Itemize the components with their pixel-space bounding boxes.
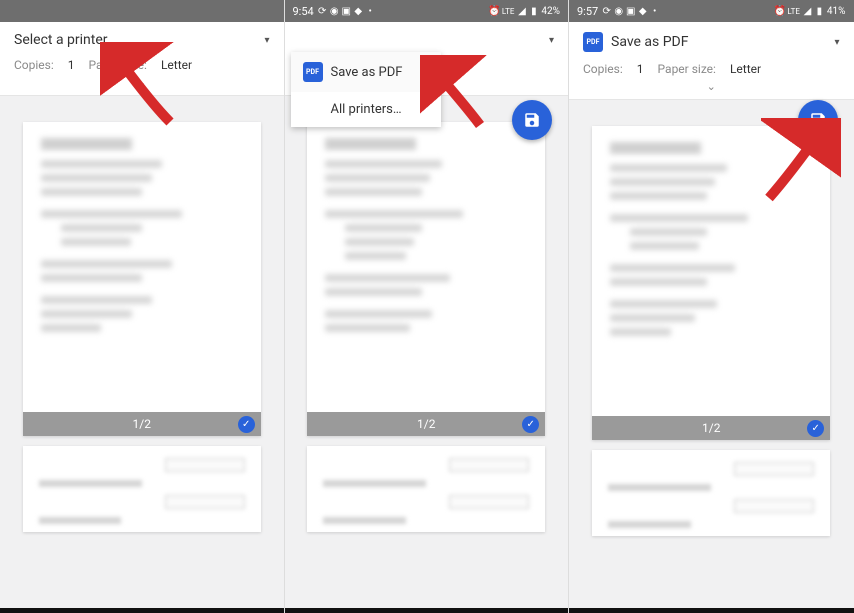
nav-bar bbox=[569, 608, 854, 613]
print-options: Copies: 1 Paper size: Letter bbox=[583, 62, 840, 76]
printer-select-label: Save as PDF bbox=[611, 34, 689, 50]
page-indicator: 1/2 bbox=[702, 421, 720, 435]
dropdown-item-label: All printers… bbox=[331, 102, 402, 117]
print-options: Copies: 1 Paper size: Letter bbox=[14, 58, 270, 72]
pdf-badge-icon: PDF bbox=[583, 32, 603, 52]
print-header: Select a printer ▾ Copies: 1 Paper size:… bbox=[0, 22, 284, 96]
network-label: LTE bbox=[787, 7, 800, 16]
copies-label: Copies: bbox=[14, 58, 54, 72]
battery-icon: ▮ bbox=[529, 7, 538, 16]
signal-icon: ◢ bbox=[517, 7, 526, 16]
print-header: placeholder ▾ Copies: 1 Paper Letter ⌄ P… bbox=[285, 22, 569, 96]
user-icon: ◆ bbox=[638, 7, 647, 16]
signal-icon: ◢ bbox=[803, 7, 812, 16]
app-icon: ▣ bbox=[342, 7, 351, 16]
status-time: 9:57 bbox=[577, 5, 598, 18]
page-indicator-bar: 1/2 bbox=[23, 412, 261, 436]
page-selected-check-icon[interactable] bbox=[807, 420, 824, 437]
sync-icon: ⟳ bbox=[602, 7, 611, 16]
save-icon bbox=[809, 111, 827, 129]
expand-chevron-icon[interactable]: ⌄ bbox=[14, 72, 270, 89]
preview-page-2[interactable] bbox=[307, 446, 545, 532]
status-time: 9:54 bbox=[293, 5, 314, 18]
app-icon: ▣ bbox=[626, 7, 635, 16]
preview-page-1[interactable]: 1/2 bbox=[307, 122, 545, 436]
dropdown-item-label: Save as PDF bbox=[331, 65, 403, 80]
save-pdf-fab[interactable] bbox=[798, 100, 838, 140]
more-icon: • bbox=[366, 7, 375, 16]
battery-icon: ▮ bbox=[815, 7, 824, 16]
status-bar: 9:54 ⟳ ◉ ▣ ◆ • ⏰ LTE ◢ ▮ 42% bbox=[285, 0, 569, 22]
papersize-label: Paper size: bbox=[89, 58, 147, 72]
printer-select-label: Select a printer bbox=[14, 32, 108, 48]
status-bar: 9:57 ⟳ ◉ ▣ ◆ • ⏰ LTE ◢ ▮ 41% bbox=[569, 0, 854, 22]
caret-down-icon: ▾ bbox=[264, 35, 269, 46]
expand-chevron-icon[interactable]: ⌄ bbox=[583, 76, 840, 93]
network-label: LTE bbox=[502, 7, 515, 16]
papersize-label: Paper size: bbox=[658, 62, 716, 76]
preview-page-2[interactable] bbox=[592, 450, 830, 536]
papersize-value[interactable]: Letter bbox=[730, 62, 761, 76]
page-selected-check-icon[interactable] bbox=[238, 416, 255, 433]
copies-value[interactable]: 1 bbox=[68, 58, 75, 72]
save-pdf-fab[interactable] bbox=[512, 100, 552, 140]
dropdown-item-all-printers[interactable]: All printers… bbox=[291, 92, 441, 127]
sync-icon: ⟳ bbox=[318, 7, 327, 16]
status-notification-icons: ⟳ ◉ ▣ ◆ • bbox=[318, 7, 375, 16]
page-indicator-bar: 1/2 bbox=[592, 416, 830, 440]
screen-2: 9:54 ⟳ ◉ ▣ ◆ • ⏰ LTE ◢ ▮ 42% place bbox=[285, 0, 570, 613]
more-icon: • bbox=[650, 7, 659, 16]
print-preview[interactable]: 1/2 bbox=[569, 100, 854, 536]
battery-percent: 42% bbox=[541, 6, 560, 17]
battery-percent: 41% bbox=[827, 6, 846, 17]
printer-select-dropdown[interactable]: Select a printer bbox=[14, 32, 108, 48]
status-bar bbox=[0, 0, 284, 22]
preview-page-1[interactable]: 1/2 bbox=[592, 126, 830, 440]
page-indicator: 1/2 bbox=[417, 417, 435, 431]
print-preview[interactable]: 1/2 bbox=[285, 96, 569, 532]
print-preview[interactable]: 1/2 bbox=[0, 96, 284, 532]
whatsapp-icon: ◉ bbox=[330, 7, 339, 16]
dropdown-item-save-as-pdf[interactable]: PDF Save as PDF bbox=[291, 52, 441, 92]
alarm-icon: ⏰ bbox=[775, 7, 784, 16]
print-header: PDF Save as PDF ▾ Copies: 1 Paper size: … bbox=[569, 22, 854, 100]
printer-dropdown-menu: PDF Save as PDF All printers… bbox=[291, 52, 441, 127]
screen-1: Select a printer ▾ Copies: 1 Paper size:… bbox=[0, 0, 285, 613]
alarm-icon: ⏰ bbox=[490, 7, 499, 16]
preview-page-2[interactable] bbox=[23, 446, 261, 532]
copies-label: Copies: bbox=[583, 62, 623, 76]
nav-bar bbox=[285, 608, 569, 613]
caret-down-icon: ▾ bbox=[834, 37, 839, 48]
whatsapp-icon: ◉ bbox=[614, 7, 623, 16]
status-notification-icons: ⟳ ◉ ▣ ◆ • bbox=[602, 7, 659, 16]
page-indicator-bar: 1/2 bbox=[307, 412, 545, 436]
nav-bar bbox=[0, 608, 284, 613]
caret-down-icon: ▾ bbox=[549, 35, 554, 46]
screen-3: 9:57 ⟳ ◉ ▣ ◆ • ⏰ LTE ◢ ▮ 41% PDF bbox=[569, 0, 854, 613]
page-indicator: 1/2 bbox=[133, 417, 151, 431]
papersize-value[interactable]: Letter bbox=[161, 58, 192, 72]
page-selected-check-icon[interactable] bbox=[522, 416, 539, 433]
printer-select-dropdown[interactable]: PDF Save as PDF bbox=[583, 32, 689, 52]
user-icon: ◆ bbox=[354, 7, 363, 16]
copies-value[interactable]: 1 bbox=[637, 62, 644, 76]
pdf-badge-icon: PDF bbox=[303, 62, 323, 82]
preview-page-1[interactable]: 1/2 bbox=[23, 122, 261, 436]
save-icon bbox=[523, 111, 541, 129]
